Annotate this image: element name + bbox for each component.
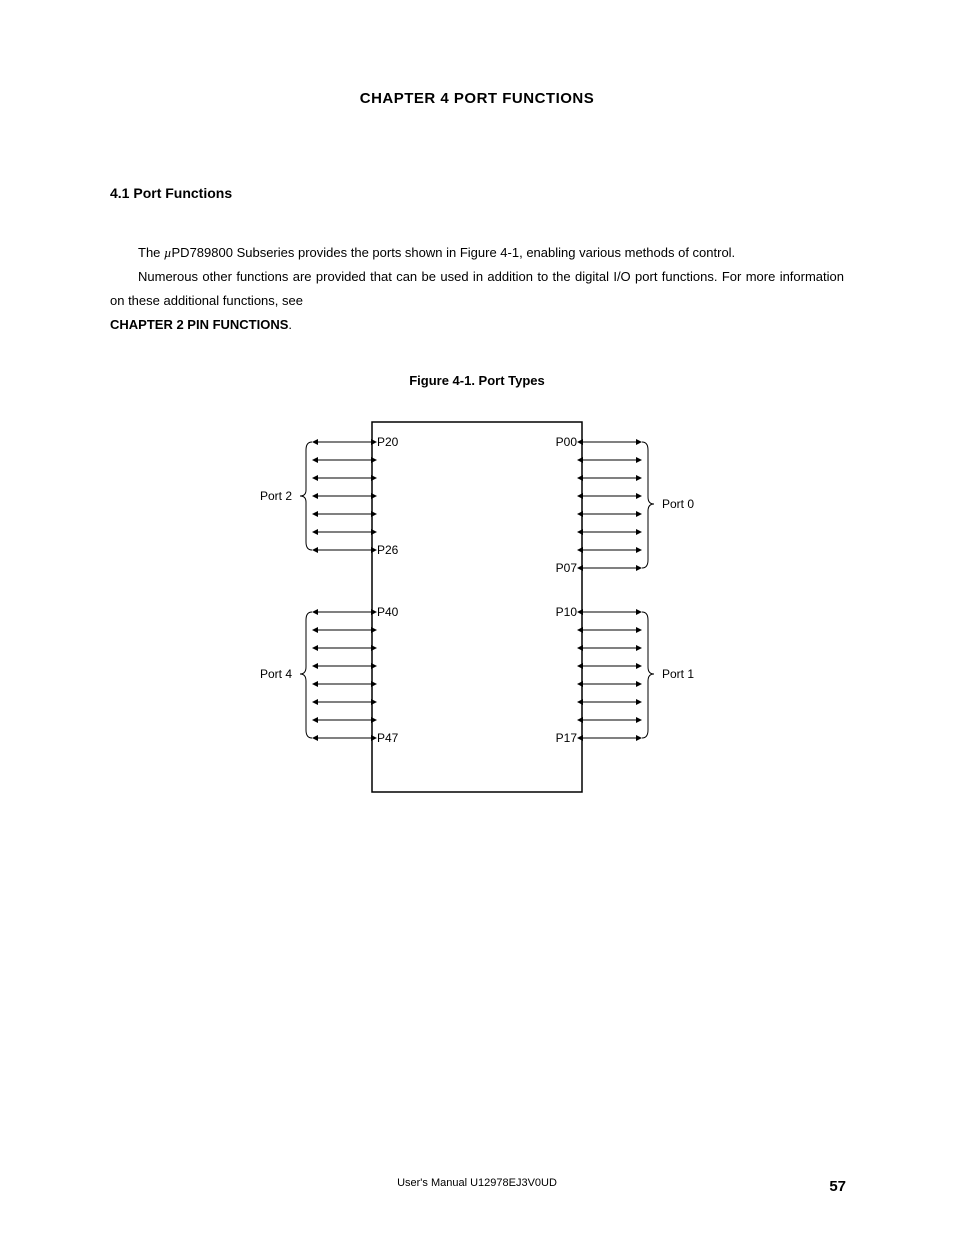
mu-char: µ	[164, 245, 172, 260]
page-number: 57	[829, 1178, 846, 1195]
label-p17: P17	[556, 731, 578, 745]
label-port0: Port 0	[662, 497, 694, 511]
para2a: Numerous other functions are provided th…	[110, 265, 844, 313]
para1b: PD789800 Subseries provides the ports sh…	[172, 245, 736, 260]
label-p10: P10	[556, 605, 578, 619]
label-port1: Port 1	[662, 667, 694, 681]
label-p07: P07	[556, 561, 578, 575]
label-p00: P00	[556, 435, 578, 449]
label-p47: P47	[377, 731, 399, 745]
label-port2: Port 2	[260, 489, 292, 503]
para2-bold: CHAPTER 2 PIN FUNCTIONS	[110, 317, 288, 332]
para2-dot: .	[288, 317, 292, 332]
body-paragraphs: The µPD789800 Subseries provides the por…	[110, 241, 844, 337]
para1a: The	[138, 245, 164, 260]
label-p20: P20	[377, 435, 399, 449]
label-port4: Port 4	[260, 667, 292, 681]
figure-title: Figure 4-1. Port Types	[110, 373, 844, 388]
chapter-title: CHAPTER 4 PORT FUNCTIONS	[110, 90, 844, 107]
footer-text: User's Manual U12978EJ3V0UD	[0, 1177, 954, 1189]
port-diagram: Port 2 P20 P26 Port 4	[110, 412, 844, 802]
label-p26: P26	[377, 543, 399, 557]
section-title: 4.1 Port Functions	[110, 185, 844, 201]
label-p40: P40	[377, 605, 399, 619]
